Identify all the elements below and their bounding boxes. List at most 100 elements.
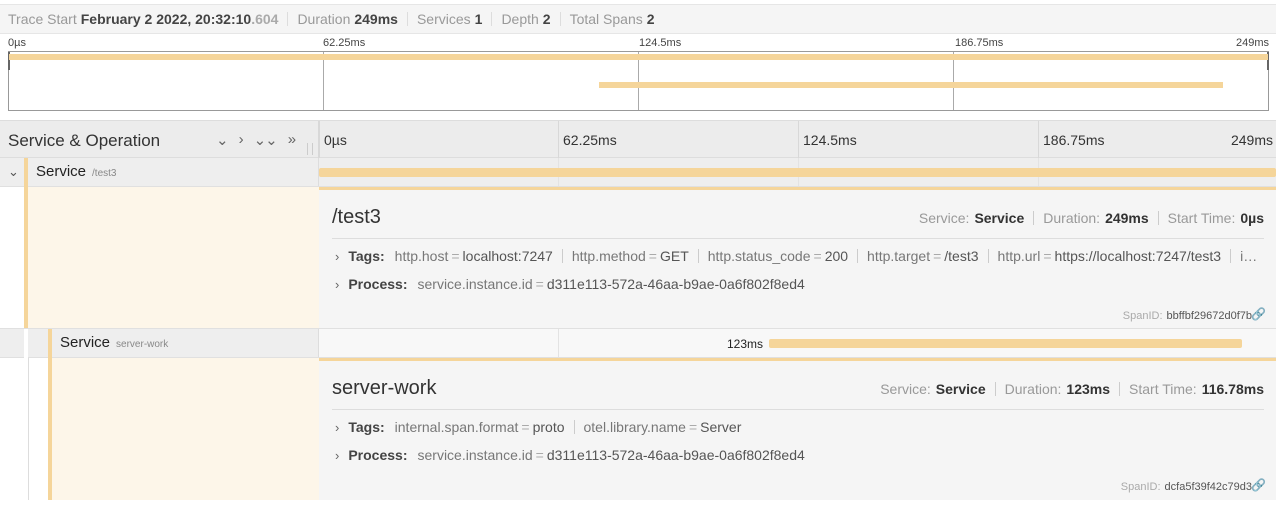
minimap-ticks: 0µs 62.25ms 124.5ms 186.75ms 249ms xyxy=(0,37,1276,51)
span-name-cell[interactable]: Service server-work xyxy=(0,329,319,359)
service-color-bar xyxy=(48,329,52,359)
span-detail-title: /test3 xyxy=(332,206,381,228)
span-timeline[interactable]: 123ms xyxy=(319,329,1276,357)
span-id-label: SpanID: xyxy=(1122,310,1163,322)
collapse-all-icon[interactable]: ⌄⌄ xyxy=(254,131,278,149)
span-id-label: SpanID: xyxy=(1120,481,1161,493)
trace-services: Services 1 xyxy=(417,11,482,27)
span-bar[interactable] xyxy=(319,168,1276,177)
start-time-value: 116.78ms xyxy=(1201,381,1264,397)
process-label: Process: xyxy=(348,447,408,463)
service-label: Service: xyxy=(880,381,931,397)
chevron-right-icon[interactable]: › xyxy=(335,277,339,292)
tag: otel.library.name = Server xyxy=(583,419,742,435)
chevron-right-icon[interactable]: › xyxy=(335,448,339,463)
minimap-tick: 62.25ms xyxy=(323,37,366,49)
minimap-tick: 124.5ms xyxy=(639,37,682,49)
link-icon[interactable]: 🔗 xyxy=(1251,307,1266,321)
timeline-tick: 62.25ms xyxy=(558,121,617,159)
service-label: Service: xyxy=(918,210,970,226)
span-timeline[interactable] xyxy=(319,158,1276,186)
process-row[interactable]: › Process: service.instance.id = d311e113-… xyxy=(335,447,805,463)
span-name-cell[interactable]: ⌄ Service/test3 xyxy=(0,158,319,187)
span-service: Service xyxy=(36,163,87,180)
span-operation: server-work xyxy=(116,339,169,350)
total-spans-value: 2 xyxy=(646,11,655,27)
tags-label: Tags: xyxy=(348,248,385,264)
minimap-tick: 0µs xyxy=(8,37,26,49)
process-label: Process: xyxy=(348,276,408,292)
span-detail: server-work Service: Service Duration: 123… xyxy=(0,358,1276,500)
duration-value: 249ms xyxy=(354,11,398,27)
timeline-tick: 186.75ms 249ms xyxy=(1038,121,1276,159)
duration-label: Duration xyxy=(297,11,351,27)
timeline-tick-end: 249ms xyxy=(1230,132,1273,148)
tag: internal.span.format = proto xyxy=(394,419,565,435)
span-id: SpanID: dcfa5f39f42c79d3 xyxy=(1121,481,1252,493)
total-spans-label: Total Spans xyxy=(569,11,643,27)
trace-duration: Duration 249ms xyxy=(297,11,398,27)
trace-total-spans: Total Spans 2 xyxy=(570,11,655,27)
minimap-tick: 249ms xyxy=(1236,37,1270,49)
span-detail-title: server-work xyxy=(332,377,437,399)
trace-minimap[interactable] xyxy=(8,51,1269,111)
start-time-label: Start Time: xyxy=(1129,381,1197,397)
duration-value: 249ms xyxy=(1105,210,1149,226)
minimap-span-bar xyxy=(9,54,1268,60)
expand-one-icon[interactable]: › xyxy=(239,131,244,149)
services-value: 1 xyxy=(474,11,483,27)
span-detail: /test3 Service: Service Duration: 249ms St… xyxy=(0,187,1276,328)
chevron-down-icon[interactable]: ⌄ xyxy=(8,164,19,180)
span-operation: /test3 xyxy=(92,168,117,179)
process-tag: service.instance.id = d311e113-572a-46aa-b… xyxy=(417,447,805,463)
depth-label: Depth xyxy=(501,11,539,27)
span-detail-meta: Service: Service Duration: 249ms Start Tim… xyxy=(919,210,1264,226)
service-color-bar xyxy=(24,158,28,187)
timeline-title: Service & Operation xyxy=(8,131,161,150)
start-time-value: 0µs xyxy=(1240,210,1264,226)
depth-value: 2 xyxy=(542,11,551,27)
service-value: Service xyxy=(935,381,986,397)
span-bar[interactable] xyxy=(769,339,1242,348)
trace-start-ms: .604 xyxy=(251,11,279,27)
tags-label: Tags: xyxy=(348,419,385,435)
process-tag: service.instance.id = d311e113-572a-46aa-b… xyxy=(417,276,805,292)
link-icon[interactable]: 🔗 xyxy=(1251,478,1266,492)
tag: http.url = https://localhost:7247/test3 xyxy=(997,248,1222,264)
span-id-value: dcfa5f39f42c79d3 xyxy=(1164,481,1252,493)
column-resize-handle[interactable] xyxy=(307,143,313,155)
trace-depth: Depth 2 xyxy=(501,11,550,27)
timeline-tick: 0µs xyxy=(319,121,347,159)
timeline-header: Service & Operation ⌄ › ⌄⌄ » 0µs 62.25ms… xyxy=(0,120,1276,159)
span-row[interactable]: ⌄ Service/test3 xyxy=(0,158,1276,187)
expand-all-icon[interactable]: » xyxy=(288,131,296,149)
tags-row[interactable]: › Tags: internal.span.format = proto otel.… xyxy=(335,419,741,435)
chevron-right-icon[interactable]: › xyxy=(335,249,339,264)
services-label: Services xyxy=(416,11,471,27)
collapse-one-icon[interactable]: ⌄ xyxy=(216,131,229,149)
minimap-tick: 186.75ms xyxy=(955,37,1004,49)
chevron-right-icon[interactable]: › xyxy=(335,420,339,435)
span-id: SpanID: bbffbf29672d0f7b xyxy=(1123,310,1252,322)
duration-label: Duration: xyxy=(1004,381,1062,397)
duration-value: 123ms xyxy=(1066,381,1111,397)
tags-row[interactable]: › Tags: http.host = localhost:7247 http.me… xyxy=(335,248,1257,264)
span-row[interactable]: Service server-work 123ms xyxy=(0,328,1276,359)
timeline-controls: ⌄ › ⌄⌄ » xyxy=(216,131,296,149)
tag: http.status_code = 200 xyxy=(707,248,849,264)
tag: http.host = localhost:7247 xyxy=(394,248,553,264)
minimap-span-bar xyxy=(599,82,1223,88)
duration-label: Duration: xyxy=(1043,210,1101,226)
span-duration-label: 123ms xyxy=(727,337,764,351)
span-id-value: bbffbf29672d0f7b xyxy=(1166,310,1252,322)
tag: http.method = GET xyxy=(571,248,689,264)
tag-truncated: i… xyxy=(1240,248,1258,264)
timeline-tick-label: 186.75ms xyxy=(1043,132,1105,148)
tag: http.target =/test3 xyxy=(867,248,979,264)
process-row[interactable]: › Process: service.instance.id = d311e113-… xyxy=(335,276,805,292)
span-detail-meta: Service: Service Duration: 123ms Start Tim… xyxy=(880,381,1264,397)
timeline-tick: 124.5ms xyxy=(798,121,857,159)
trace-start: Trace Start February 2 2022, 20:32:10.60… xyxy=(8,11,278,27)
service-value: Service xyxy=(974,210,1025,226)
start-time-label: Start Time: xyxy=(1167,210,1236,226)
